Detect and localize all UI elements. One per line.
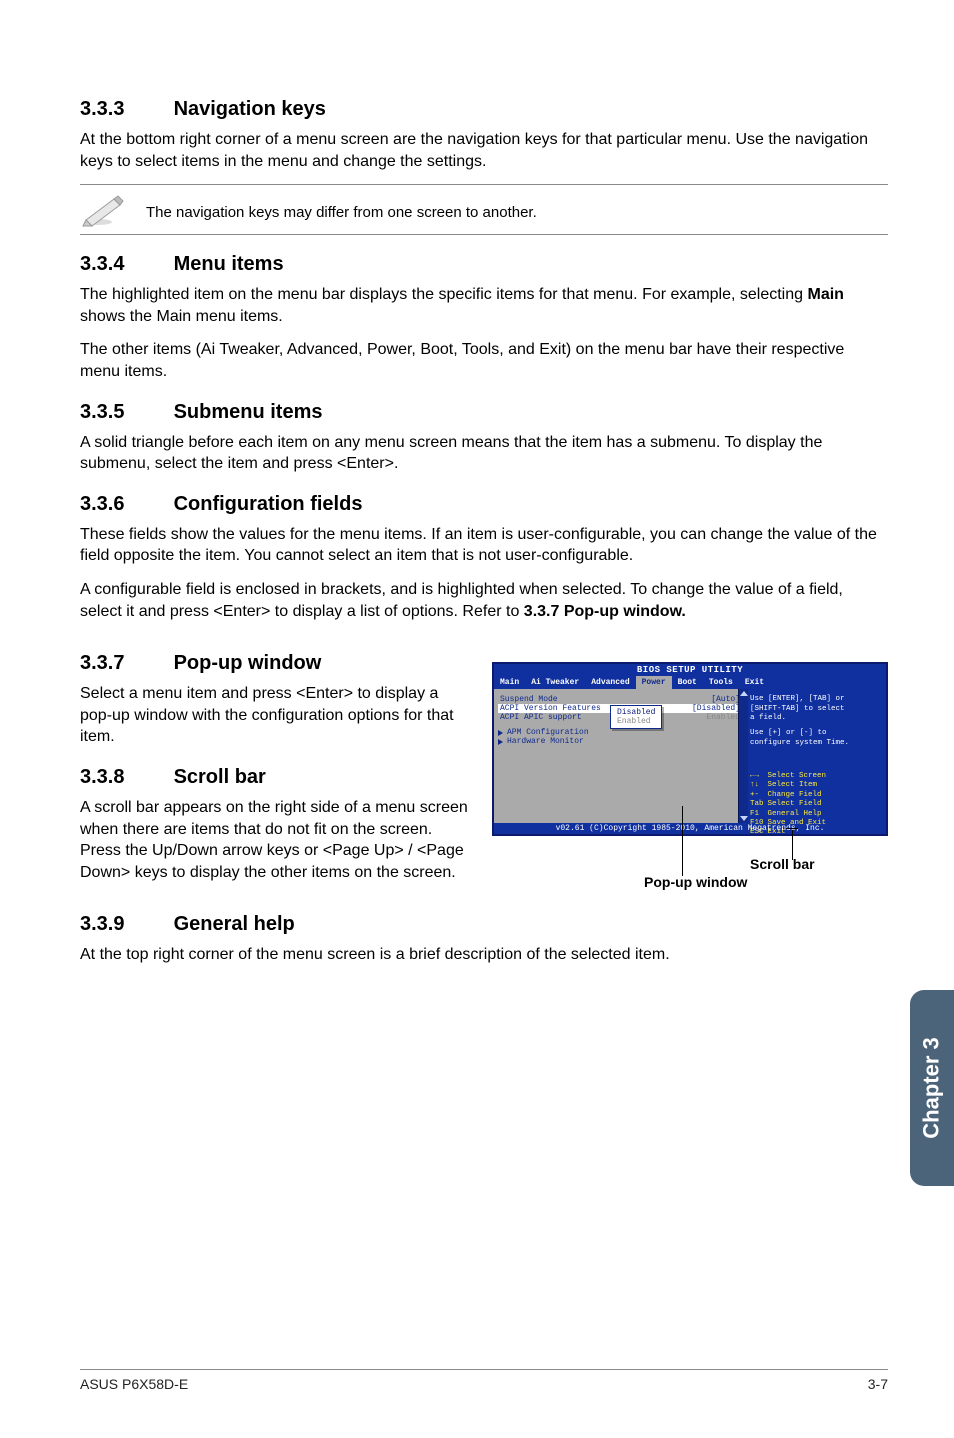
heading-333: 3.3.3 Navigation keys	[80, 98, 888, 121]
heading-num: 3.3.5	[80, 401, 168, 424]
bios-help-pane: Use [ENTER], [TAB] or [SHIFT-TAB] to sel…	[746, 689, 886, 823]
para: A solid triangle before each item on any…	[80, 432, 888, 475]
para: At the bottom right corner of a menu scr…	[80, 129, 888, 172]
bios-tab: Tools	[703, 676, 739, 689]
popup-option: Disabled	[617, 708, 655, 717]
popup-option: Enabled	[617, 717, 655, 726]
triangle-icon	[498, 739, 503, 745]
help-desc: Select Field	[768, 800, 831, 809]
note-callout: The navigation keys may differ from one …	[80, 184, 888, 235]
para: At the top right corner of the menu scre…	[80, 944, 888, 966]
bios-window: BIOS SETUP UTILITY Main Ai Tweaker Advan…	[492, 662, 888, 836]
heading-334: 3.3.4 Menu items	[80, 253, 888, 276]
help-key: ←→	[750, 772, 768, 781]
help-desc: Select Screen	[768, 772, 831, 781]
scroll-up-icon	[740, 691, 748, 696]
help-key: F1	[750, 810, 768, 819]
heading-336: 3.3.6 Configuration fields	[80, 493, 888, 516]
heading-337: 3.3.7 Pop-up window	[80, 652, 470, 675]
bios-item-label: ACPI APIC support	[500, 713, 582, 722]
figure-label-scrollbar: Scroll bar	[750, 856, 815, 872]
para: The other items (Ai Tweaker, Advanced, P…	[80, 339, 888, 382]
bios-item-value: [Disabled]	[692, 704, 740, 713]
para: The highlighted item on the menu bar dis…	[80, 284, 888, 327]
figure-label-popup: Pop-up window	[644, 874, 747, 890]
bios-item-value: Enabled	[706, 713, 740, 722]
heading-title: Pop-up window	[174, 652, 322, 675]
page-footer: ASUS P6X58D-E 3-7	[80, 1369, 888, 1392]
bold-text: 3.3.7 Pop-up window.	[524, 603, 686, 620]
bold-text: Main	[807, 286, 843, 303]
bios-submenu: Hardware Monitor	[507, 737, 584, 746]
heading-num: 3.3.7	[80, 652, 168, 675]
help-key: Tab	[750, 800, 768, 809]
bios-left-pane: Suspend Mode [Auto] ACPI Version Features…	[494, 689, 746, 823]
bios-item-label: ACPI Version Features	[500, 704, 601, 713]
bios-screenshot-figure: BIOS SETUP UTILITY Main Ai Tweaker Advan…	[492, 662, 888, 892]
footer-left: ASUS P6X58D-E	[80, 1376, 188, 1392]
heading-num: 3.3.4	[80, 253, 168, 276]
help-text: a field.	[750, 714, 882, 723]
heading-339: 3.3.9 General help	[80, 913, 888, 936]
heading-title: Configuration fields	[174, 493, 363, 516]
heading-title: Menu items	[174, 253, 284, 276]
heading-num: 3.3.8	[80, 766, 168, 789]
heading-title: Navigation keys	[174, 98, 326, 121]
help-text: configure system Time.	[750, 739, 882, 748]
pencil-note-icon	[80, 193, 136, 232]
heading-num: 3.3.9	[80, 913, 168, 936]
bios-tab: Exit	[739, 676, 770, 689]
help-key: ↑↓	[750, 781, 768, 790]
help-key: +-	[750, 791, 768, 800]
chapter-side-tab: Chapter 3	[910, 990, 954, 1186]
note-text: The navigation keys may differ from one …	[136, 203, 537, 223]
leader-line	[682, 806, 683, 876]
text: A configurable field is enclosed in brac…	[80, 581, 843, 620]
chapter-label: Chapter 3	[919, 1037, 945, 1138]
bios-title: BIOS SETUP UTILITY	[494, 664, 886, 676]
scroll-down-icon	[740, 816, 748, 821]
bios-tabs: Main Ai Tweaker Advanced Power Boot Tool…	[494, 676, 886, 689]
bios-tab: Boot	[672, 676, 703, 689]
bios-tab: Ai Tweaker	[525, 676, 585, 689]
help-desc: Select Item	[768, 781, 831, 790]
bios-tab: Main	[494, 676, 525, 689]
para: These fields show the values for the men…	[80, 524, 888, 567]
help-desc: General Help	[768, 810, 831, 819]
para: Select a menu item and press <Enter> to …	[80, 683, 470, 748]
heading-title: General help	[174, 913, 295, 936]
heading-num: 3.3.3	[80, 98, 168, 121]
help-text: Use [ENTER], [TAB] or	[750, 695, 882, 704]
heading-num: 3.3.6	[80, 493, 168, 516]
para: A scroll bar appears on the right side o…	[80, 797, 470, 883]
heading-335: 3.3.5 Submenu items	[80, 401, 888, 424]
bios-scrollbar	[738, 689, 748, 823]
heading-title: Submenu items	[174, 401, 323, 424]
help-text: [SHIFT-TAB] to select	[750, 705, 882, 714]
help-text: Use [+] or [-] to	[750, 729, 882, 738]
bios-tab-selected: Power	[636, 676, 672, 689]
footer-page-number: 3-7	[868, 1376, 888, 1392]
bios-item-label: Suspend Mode	[500, 695, 558, 704]
bios-tab: Advanced	[585, 676, 635, 689]
text: The highlighted item on the menu bar dis…	[80, 286, 807, 303]
heading-title: Scroll bar	[174, 766, 266, 789]
triangle-icon	[498, 730, 503, 736]
text: shows the Main menu items.	[80, 308, 283, 325]
bios-item-value: [Auto]	[711, 695, 740, 704]
help-desc: Change Field	[768, 791, 831, 800]
bios-submenu: APM Configuration	[507, 728, 589, 737]
para: A configurable field is enclosed in brac…	[80, 579, 888, 622]
heading-338: 3.3.8 Scroll bar	[80, 766, 470, 789]
bios-popup-window: Disabled Enabled	[610, 705, 662, 729]
